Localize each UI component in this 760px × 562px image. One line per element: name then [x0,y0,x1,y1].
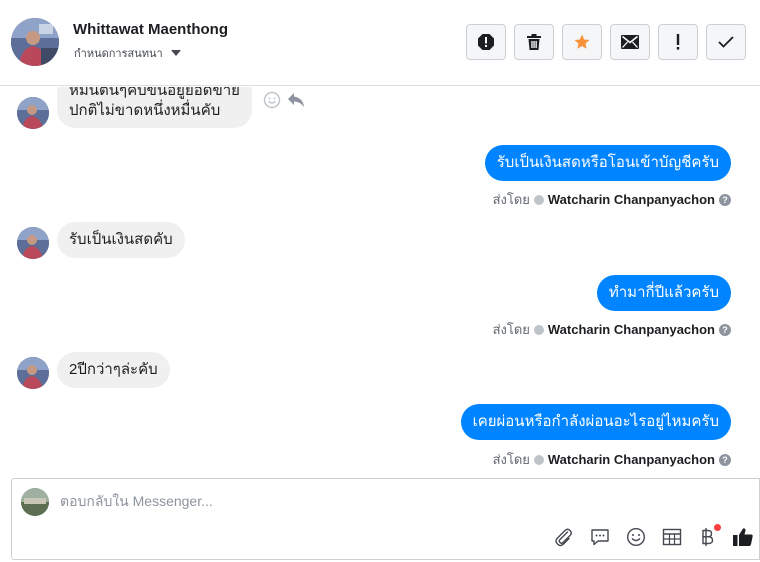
conversation-page: Whittawat Maenthong กำหนดการสนทนา หมนตนๆ… [0,0,760,562]
message-actions [263,91,305,109]
like-button[interactable] [731,525,755,549]
appointment-button[interactable] [660,525,684,549]
envelope-icon [621,35,639,49]
sent-by-label: ส่งโดย [492,322,530,337]
caret-down-icon [170,50,181,56]
check-icon [718,36,734,48]
chat-bubble-icon [591,529,609,546]
emoji-button[interactable] [624,525,648,549]
page-badge-icon [533,194,544,205]
sender-name[interactable]: Watcharin Chanpanyachon [548,452,715,467]
baht-icon [702,528,714,546]
incoming-message[interactable]: รับเป็นเงินสดคับ [57,222,185,258]
mark-unread-button[interactable] [610,24,650,60]
sent-by-label: ส่งโดย [492,452,530,467]
star-icon [574,34,590,49]
sender-name[interactable]: Watcharin Chanpanyachon [548,192,715,207]
star-button[interactable] [562,24,602,60]
help-icon[interactable]: ? [719,193,731,206]
help-icon[interactable]: ? [719,323,731,336]
sender-avatar [17,357,49,389]
conversation-settings-label: กำหนดการสนทนา [74,48,163,60]
message-line: หมนตนๆคบขนอยูยอดขาย [69,87,240,99]
incoming-message[interactable]: หมนตนๆคบขนอยูยอดขาย ปกติไม่ขาดหนึ่งหมื่น… [57,87,252,128]
outgoing-message[interactable]: ทำมากี่ปีแล้วครับ [596,275,731,311]
sender-name[interactable]: Watcharin Chanpanyachon [548,322,715,337]
notification-dot [714,524,721,531]
incoming-message[interactable]: 2ปีกว่าๆล่ะคับ [57,352,170,388]
emoji-react-icon[interactable] [263,91,281,109]
message-line: ปกติไม่ขาดหนึ่งหมื่นคับ [69,102,221,119]
table-icon [662,528,682,546]
thumbs-up-icon [733,528,753,546]
exclamation-icon [676,34,680,50]
trash-icon [527,34,541,50]
delete-button[interactable] [514,24,554,60]
follow-up-button[interactable] [658,24,698,60]
outgoing-message[interactable]: เคยผ่อนหรือกำลังผ่อนอะไรอยู่ไหมครับ [460,404,731,440]
reply-composer [11,478,760,560]
saved-replies-button[interactable] [588,525,612,549]
contact-name[interactable]: Whittawat Maenthong [73,21,228,38]
sent-by-row: ส่งโดย Watcharin Chanpanyachon ? [493,449,731,470]
conversation-header: Whittawat Maenthong กำหนดการสนทนา [0,0,760,86]
outgoing-message[interactable]: รับเป็นเงินสดหรือโอนเข้าบัญชีครับ [484,145,731,181]
mark-done-button[interactable] [706,24,746,60]
sender-avatar [17,227,49,259]
sender-avatar [17,97,49,129]
reply-input[interactable] [60,493,560,509]
emoji-icon [626,527,646,547]
paperclip-icon [555,528,572,547]
conversation-settings-dropdown[interactable]: กำหนดการสนทนา [74,44,181,62]
contact-avatar[interactable] [11,18,59,66]
alert-octagon-icon [478,34,494,50]
sent-by-row: ส่งโดย Watcharin Chanpanyachon ? [493,319,731,340]
payment-button[interactable] [696,524,721,549]
reply-icon[interactable] [287,92,305,108]
page-badge-icon [533,454,544,465]
message-thread[interactable]: หมนตนๆคบขนอยูยอดขาย ปกติไม่ขาดหนึ่งหมื่น… [0,87,760,477]
report-spam-button[interactable] [466,24,506,60]
page-avatar [21,488,49,516]
help-icon[interactable]: ? [719,453,731,466]
attach-file-button[interactable] [552,525,576,549]
sent-by-label: ส่งโดย [492,192,530,207]
sent-by-row: ส่งโดย Watcharin Chanpanyachon ? [493,189,731,210]
page-badge-icon [533,324,544,335]
